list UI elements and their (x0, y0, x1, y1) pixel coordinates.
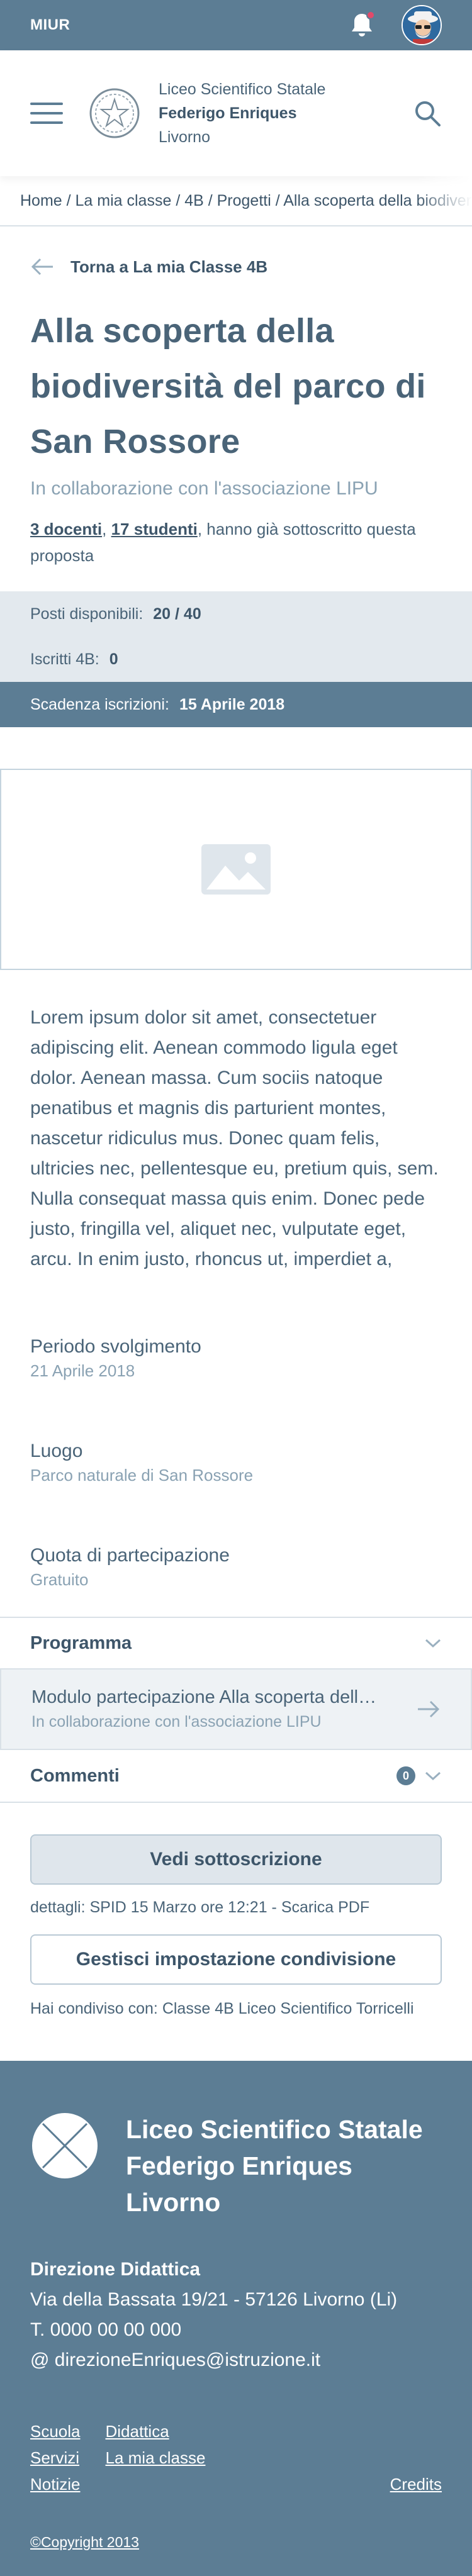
footer-email[interactable]: @ direzioneEnriques@istruzione.it (30, 2345, 442, 2375)
meta-location: Luogo Parco naturale di San Rossore (30, 1383, 442, 1487)
deadline-row: Scadenza iscrizioni: 15 Aprile 2018 (0, 682, 472, 727)
footer-link-scuola[interactable]: Scuola (30, 2419, 81, 2443)
chevron-down-icon (425, 1639, 441, 1648)
notification-dot (366, 11, 375, 20)
iscritti-label: Iscritti 4B: (30, 650, 99, 668)
footer-address: Via della Bassata 19/21 - 57126 Livorno … (30, 2289, 398, 2310)
meta-period: Periodo svolgimento 21 Aprile 2018 (30, 1274, 442, 1383)
footer-links: Scuola Didattica Servizi La mia classe N… (30, 2419, 442, 2496)
footer-line-2: Federigo Enriques (126, 2151, 352, 2180)
programma-label: Programma (30, 1632, 132, 1653)
footer-line-3: Livorno (126, 2188, 221, 2217)
arrow-right-icon (418, 1700, 440, 1718)
meta-label: Quota di partecipazione (30, 1545, 230, 1566)
copyright: ©Copyright 2013 (30, 2534, 442, 2551)
comment-count-badge: 0 (396, 1766, 415, 1785)
footer-nav: Scuola Didattica Servizi La mia classe N… (30, 2419, 205, 2496)
module-title: Modulo partecipazione Alla scoperta dell… (31, 1687, 384, 1707)
school-line-2: Federigo Enriques (159, 104, 297, 122)
iscritti-value: 0 (109, 650, 118, 668)
footer-brand: Liceo Scientifico Statale Federigo Enriq… (30, 2111, 442, 2221)
top-bar: MIUR (0, 0, 472, 50)
page-title: Alla scoperta della biodiversità del par… (30, 312, 426, 460)
meta-value: Gratuito (30, 1570, 89, 1589)
logo-placeholder-icon (32, 2113, 98, 2178)
commenti-meta: 0 (396, 1766, 442, 1785)
menu-icon[interactable] (30, 103, 63, 124)
programma-accordion[interactable]: Programma (0, 1617, 472, 1668)
description-text: Lorem ipsum dolor sit amet, consectetuer… (30, 1007, 439, 1269)
posti-row: Posti disponibili: 20 / 40 (0, 591, 472, 637)
deadline-value: 15 Aprile 2018 (179, 695, 285, 713)
meta-value: 21 Aprile 2018 (30, 1361, 135, 1380)
site-footer: Liceo Scientifico Statale Federigo Enriq… (0, 2061, 472, 2576)
availability-box: Posti disponibili: 20 / 40 Iscritti 4B: … (0, 591, 472, 727)
subscription-actions: Vedi sottoscrizione dettagli: SPID 15 Ma… (0, 1802, 472, 2056)
posti-value: 20 / 40 (153, 605, 201, 623)
school-name[interactable]: Liceo Scientifico Statale Federigo Enriq… (159, 77, 413, 149)
commenti-accordion[interactable]: Commenti 0 (0, 1750, 472, 1802)
avatar-image (403, 6, 441, 44)
footer-direzione: Direzione Didattica (30, 2259, 201, 2280)
iscritti-row: Iscritti 4B: 0 (0, 637, 472, 682)
meta-label: Luogo (30, 1441, 83, 1461)
back-link-label: Torna a La mia Classe 4B (70, 257, 268, 276)
school-line-3: Livorno (159, 128, 210, 146)
republic-emblem-icon (89, 88, 140, 138)
commenti-label: Commenti (30, 1765, 120, 1786)
participants-separator: , (102, 520, 111, 538)
module-subtitle: In collaborazione con l'associazione LIP… (31, 1713, 322, 1731)
participation-module[interactable]: Modulo partecipazione Alla scoperta dell… (0, 1668, 472, 1750)
school-line-1: Liceo Scientifico Statale (159, 81, 326, 98)
chevron-down-icon (425, 1771, 441, 1781)
posti-label: Posti disponibili: (30, 605, 143, 623)
footer-school-name: Liceo Scientifico Statale Federigo Enriq… (126, 2111, 423, 2221)
meta-value: Parco naturale di San Rossore (30, 1466, 254, 1485)
search-icon[interactable] (413, 99, 442, 128)
deadline-label: Scadenza iscrizioni: (30, 695, 169, 713)
footer-line-1: Liceo Scientifico Statale (126, 2115, 423, 2144)
topbar-actions (346, 5, 442, 45)
shared-with-text: Hai condiviso con: Classe 4B Liceo Scien… (30, 2000, 414, 2017)
back-link[interactable]: Torna a La mia Classe 4B (0, 249, 472, 284)
footer-contact: Direzione Didattica Via della Bassata 19… (30, 2255, 442, 2375)
view-subscription-button[interactable]: Vedi sottoscrizione (30, 1834, 442, 1885)
footer-link-mia-classe[interactable]: La mia classe (106, 2446, 206, 2470)
image-placeholder (0, 769, 472, 970)
footer-link-servizi[interactable]: Servizi (30, 2446, 81, 2470)
students-link[interactable]: 17 studenti (111, 520, 198, 538)
footer-link-didattica[interactable]: Didattica (106, 2419, 206, 2443)
module-text: Modulo partecipazione Alla scoperta dell… (31, 1687, 384, 1731)
participants-summary: 3 docenti, 17 studenti, hanno già sottos… (0, 499, 472, 569)
footer-link-notizie[interactable]: Notizie (30, 2472, 81, 2496)
notifications-button[interactable] (346, 9, 378, 41)
site-header: Liceo Scientifico Statale Federigo Enriq… (0, 50, 472, 176)
teachers-link[interactable]: 3 docenti (30, 520, 102, 538)
meta-fee: Quota di partecipazione Gratuito (30, 1487, 442, 1617)
brand-label[interactable]: MIUR (30, 16, 70, 34)
footer-phone: T. 0000 00 00 000 (30, 2319, 182, 2340)
breadcrumb[interactable]: Home / La mia classe / 4B / Progetti / A… (0, 176, 472, 226)
project-details: Periodo svolgimento 21 Aprile 2018 Luogo… (0, 1274, 472, 1617)
footer-link-credits[interactable]: Credits (390, 2472, 442, 2496)
meta-label: Periodo svolgimento (30, 1336, 201, 1357)
manage-sharing-button[interactable]: Gestisci impostazione condivisione (30, 1934, 442, 1985)
page-subtitle: In collaborazione con l'associazione LIP… (30, 478, 378, 499)
arrow-left-icon (31, 258, 53, 276)
image-icon (201, 844, 271, 895)
user-avatar[interactable] (402, 5, 442, 45)
copyright-link[interactable]: ©Copyright 2013 (30, 2534, 139, 2550)
subscription-details: dettagli: SPID 15 Marzo ore 12:21 - Scar… (30, 1899, 370, 1916)
